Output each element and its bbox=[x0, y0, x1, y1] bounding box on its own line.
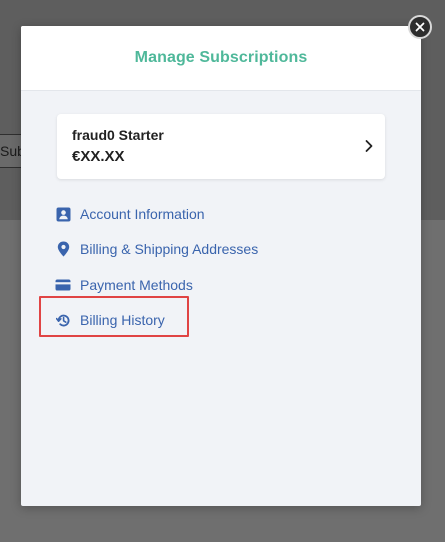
credit-card-icon bbox=[55, 277, 71, 293]
menu-item-billing-shipping-addresses[interactable]: Billing & Shipping Addresses bbox=[55, 237, 258, 261]
location-pin-icon bbox=[55, 241, 71, 257]
modal-title: Manage Subscriptions bbox=[134, 49, 308, 66]
plan-price: €XX.XX bbox=[72, 148, 125, 165]
manage-subscriptions-modal: Manage Subscriptions fraud0 Starter €XX.… bbox=[21, 26, 421, 506]
close-button[interactable] bbox=[408, 15, 432, 39]
plan-name: fraud0 Starter bbox=[72, 127, 164, 143]
menu-label-payment-methods: Payment Methods bbox=[80, 277, 193, 293]
billing-history-highlight bbox=[39, 296, 189, 337]
menu-label-billing-shipping-addresses: Billing & Shipping Addresses bbox=[80, 241, 259, 257]
close-icon bbox=[415, 22, 425, 32]
menu-label-account-information: Account Information bbox=[80, 206, 205, 222]
chevron-right-icon bbox=[365, 140, 373, 152]
menu-item-account-information[interactable]: Account Information bbox=[55, 202, 205, 226]
subscription-plan-card[interactable]: fraud0 Starter €XX.XX bbox=[57, 114, 385, 179]
modal-header: Manage Subscriptions bbox=[21, 26, 421, 91]
menu-item-payment-methods[interactable]: Payment Methods bbox=[55, 273, 193, 297]
account-card-icon bbox=[55, 206, 71, 222]
